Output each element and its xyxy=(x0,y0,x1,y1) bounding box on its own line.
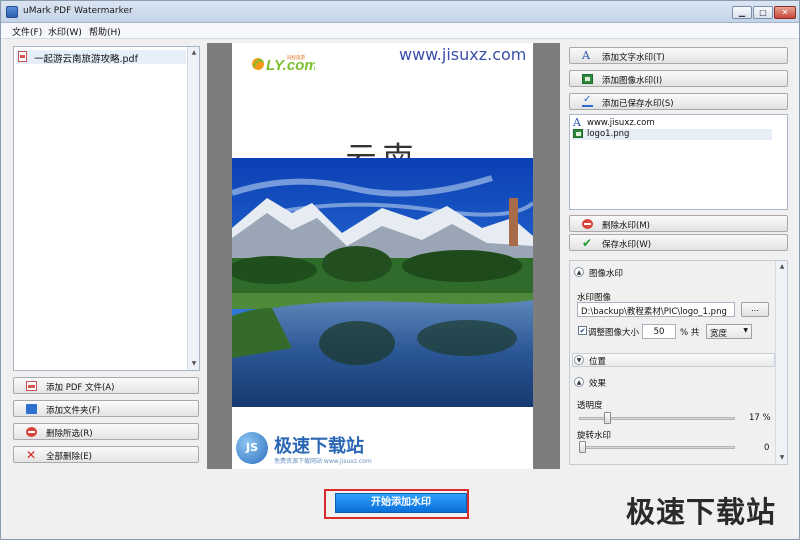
settings-scrollbar[interactable]: ▲ ▼ xyxy=(775,261,787,464)
image-path-field[interactable]: D:\backup\教程素材\PIC\logo_1.png xyxy=(577,302,735,317)
add-saved-label: 添加已保存水印(S) xyxy=(602,99,674,109)
delete-watermark-label: 删除水印(M) xyxy=(602,221,650,231)
image-watermark-section-title: 图像水印 xyxy=(589,269,624,279)
add-pdf-label: 添加 PDF 文件(A) xyxy=(46,383,115,393)
corner-brand-watermark: 极速下载站 xyxy=(626,495,777,529)
watermark-settings-panel[interactable]: ▲ 图像水印 水印图像 D:\backup\教程素材\PIC\logo_1.pn… xyxy=(569,260,788,465)
delete-watermark-button[interactable]: 删除水印(M) xyxy=(569,215,788,232)
menu-file[interactable]: 文件(F) xyxy=(12,25,42,38)
text-watermark-icon: A xyxy=(582,49,590,62)
save-watermark-label: 保存水印(W) xyxy=(602,240,652,250)
maximize-button[interactable]: □ xyxy=(753,6,773,19)
scroll-down-icon[interactable]: ▼ xyxy=(189,359,199,369)
add-folder-button[interactable]: 添加文件夹(F) xyxy=(13,400,199,417)
remove-all-label: 全部删除(E) xyxy=(46,452,93,462)
add-image-label: 添加图像水印(I) xyxy=(602,76,663,86)
js-logo-badge: JS xyxy=(236,432,268,464)
add-text-watermark-button[interactable]: A 添加文字水印(T) xyxy=(569,47,788,64)
resize-mode-select[interactable]: 宽度 ▼ xyxy=(706,324,752,339)
ly-logo: LY.com 同程旅游 xyxy=(252,54,315,74)
list-item[interactable]: A www.jisuxz.com xyxy=(572,116,772,129)
list-item[interactable]: 一起游云南旅游攻略.pdf xyxy=(16,50,186,65)
add-image-watermark-button[interactable]: 添加图像水印(I) xyxy=(569,70,788,87)
title-bar[interactable]: uMark PDF Watermarker ▁ □ ✕ xyxy=(1,1,799,23)
ly-logo-small: 同程旅游 xyxy=(287,54,305,61)
opacity-value: 17 % xyxy=(749,413,771,423)
dropdown-arrow-icon: ▼ xyxy=(743,327,748,334)
app-icon xyxy=(6,6,18,18)
watermark-list[interactable]: A www.jisuxz.com logo1.png xyxy=(569,114,788,210)
text-watermark-icon: A xyxy=(573,116,581,129)
landscape-photo xyxy=(232,158,533,407)
menu-watermark[interactable]: 水印(W) xyxy=(48,25,82,38)
folder-icon xyxy=(26,404,37,414)
save-watermark-button[interactable]: ✔ 保存水印(W) xyxy=(569,234,788,251)
add-pdf-button[interactable]: 添加 PDF 文件(A) xyxy=(13,377,199,394)
scroll-up-icon[interactable]: ▲ xyxy=(189,48,199,58)
remove-icon xyxy=(26,427,37,437)
opacity-slider-track[interactable] xyxy=(579,417,735,420)
remove-icon xyxy=(582,219,593,229)
window-title: uMark PDF Watermarker xyxy=(23,6,133,16)
browse-button[interactable]: ... xyxy=(741,302,769,317)
opacity-slider-thumb[interactable] xyxy=(604,412,612,424)
rotation-label: 旋转水印 xyxy=(577,431,612,441)
image-watermark-icon xyxy=(582,74,593,84)
expand-chevron-down-icon[interactable]: ▼ xyxy=(574,355,584,365)
file-list[interactable]: 一起游云南旅游攻略.pdf ▲ ▼ xyxy=(13,46,200,371)
resize-label: 调整图像大小 xyxy=(588,328,640,338)
list-item[interactable]: logo1.png xyxy=(572,129,772,140)
add-folder-label: 添加文件夹(F) xyxy=(46,406,101,416)
minimize-button[interactable]: ▁ xyxy=(732,6,752,19)
file-name: 一起游云南旅游攻略.pdf xyxy=(34,54,138,65)
start-watermark-button[interactable]: 开始添加水印 xyxy=(335,493,467,513)
file-list-scrollbar[interactable]: ▲ ▼ xyxy=(187,47,199,370)
collapse-chevron-up-icon[interactable]: ▲ xyxy=(574,267,584,277)
remove-selected-button[interactable]: 删除所选(R) xyxy=(13,423,199,440)
menu-help[interactable]: 帮助(H) xyxy=(89,25,121,38)
pdf-file-icon xyxy=(26,381,37,391)
position-section-title: 位置 xyxy=(589,357,607,367)
menu-bar: 文件(F) 水印(W) 帮助(H) xyxy=(1,23,799,39)
image-watermark-preview[interactable]: JS 极速下载站 免费资源下载网站 www.jisuxz.com xyxy=(234,424,374,468)
watermark-name: www.jisuxz.com xyxy=(587,118,655,128)
delete-x-icon: ✕ xyxy=(26,448,37,462)
logo-watermark-subtitle: 免费资源下载网站 www.jisuxz.com xyxy=(274,458,372,465)
remove-selected-label: 删除所选(R) xyxy=(46,429,93,439)
image-watermark-icon xyxy=(573,129,583,138)
rotation-slider-track[interactable] xyxy=(579,446,735,449)
collapse-chevron-up-icon[interactable]: ▲ xyxy=(574,377,584,387)
saved-watermark-icon xyxy=(582,94,593,107)
rotation-value: 0 xyxy=(764,443,770,453)
close-button[interactable]: ✕ xyxy=(774,6,796,19)
resize-value-field[interactable]: 50 xyxy=(642,324,676,339)
scroll-up-icon[interactable]: ▲ xyxy=(777,262,787,272)
watermark-name: logo1.png xyxy=(587,129,630,139)
remove-all-button[interactable]: ✕ 全部删除(E) xyxy=(13,446,199,463)
resize-mode-value: 宽度 xyxy=(710,329,728,339)
pdf-file-icon xyxy=(18,51,27,62)
opacity-label: 透明度 xyxy=(577,401,603,411)
percent-of-label: % 共 xyxy=(680,328,700,338)
effect-section-title: 效果 xyxy=(589,379,607,389)
logo-watermark-name: 极速下载站 xyxy=(274,436,364,457)
text-watermark-preview[interactable]: www.jisuxz.com xyxy=(399,45,526,64)
rotation-slider-thumb[interactable] xyxy=(579,441,586,453)
app-window: uMark PDF Watermarker ▁ □ ✕ 文件(F) 水印(W) … xyxy=(0,0,800,540)
check-icon: ✔ xyxy=(582,236,593,250)
scroll-down-icon[interactable]: ▼ xyxy=(777,453,787,463)
add-saved-watermark-button[interactable]: 添加已保存水印(S) xyxy=(569,93,788,110)
add-text-label: 添加文字水印(T) xyxy=(602,53,665,63)
resize-checkbox[interactable]: ✔ xyxy=(578,326,587,335)
